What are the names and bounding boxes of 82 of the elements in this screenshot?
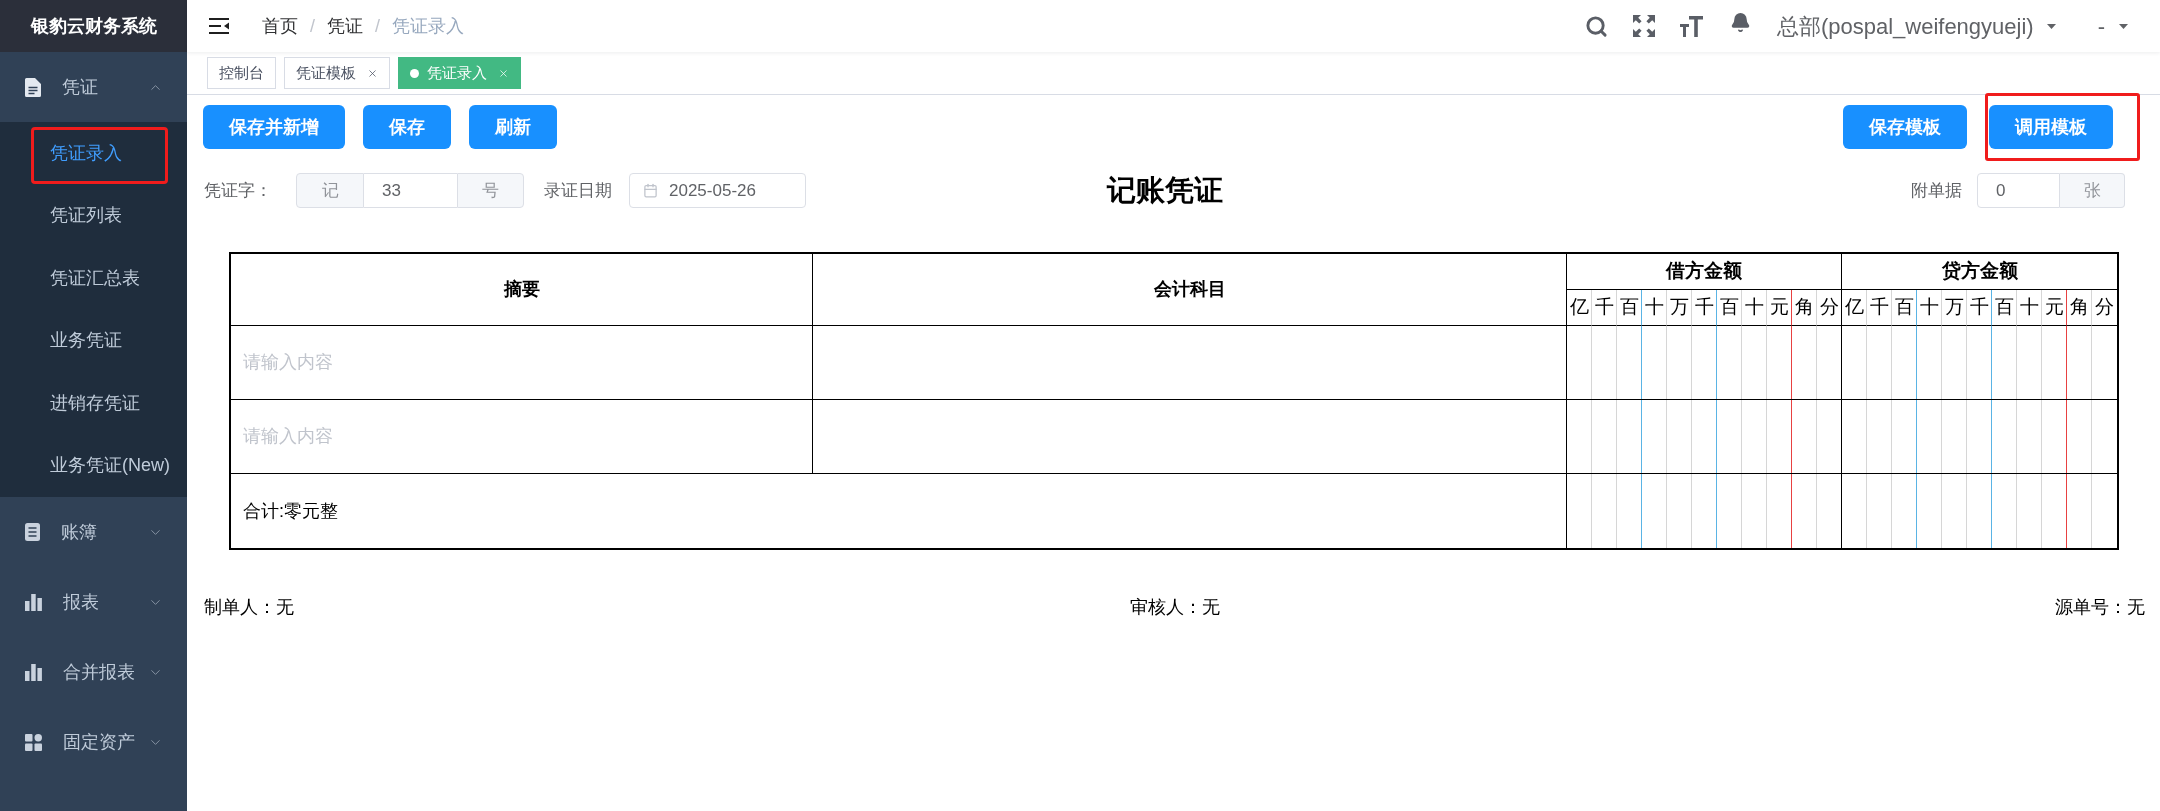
place-value-header: 十: [1742, 290, 1767, 326]
place-value-header: 千: [1592, 290, 1617, 326]
amount-group-header: 借方金额: [1567, 254, 1842, 290]
caret-down-icon: [2046, 23, 2056, 29]
toolbar-button[interactable]: 保存: [363, 105, 451, 149]
place-value-header: 十: [2017, 290, 2042, 326]
toolbar-button[interactable]: 保存模板: [1843, 105, 1967, 149]
signature-text: 制单人：无: [204, 596, 294, 619]
place-value-header: 百: [1992, 290, 2017, 326]
close-icon[interactable]: [367, 67, 378, 79]
breadcrumb-separator: /: [310, 14, 315, 38]
place-value-header: 分: [2092, 290, 2117, 326]
toolbar-button[interactable]: 刷新: [469, 105, 557, 149]
account-field[interactable]: [813, 326, 1567, 400]
submenu-item[interactable]: 进销存凭证: [0, 372, 187, 435]
toolbar-button[interactable]: 调用模板: [1989, 105, 2113, 149]
grid-icon: [25, 733, 42, 751]
submenu-item[interactable]: 业务凭证(New): [0, 434, 187, 497]
fullscreen-icon[interactable]: [1632, 15, 1655, 37]
document-icon: [25, 77, 41, 97]
place-value-header: 千: [1867, 290, 1892, 326]
user-dropdown[interactable]: -: [2097, 9, 2128, 43]
column-header: 摘要: [231, 254, 813, 326]
place-value-header: 万: [1667, 290, 1692, 326]
book-icon: [25, 523, 40, 541]
number-suffix-addon: 号: [457, 173, 524, 209]
amount-field[interactable]: [1842, 326, 2117, 400]
amount-field[interactable]: [1567, 400, 1842, 474]
place-value-header: 万: [1942, 290, 1967, 326]
summary-field[interactable]: 请输入内容: [231, 400, 812, 473]
total-cell: 合计:零元整: [231, 474, 1567, 548]
place-value-header: 千: [1967, 290, 1992, 326]
tab[interactable]: 控制台: [207, 57, 276, 89]
place-value-header: 千: [1692, 290, 1717, 326]
bell-icon[interactable]: [1729, 11, 1751, 33]
place-value-header: 十: [1917, 290, 1942, 326]
place-value-header: 亿: [1842, 290, 1867, 326]
place-value-header: 百: [1717, 290, 1742, 326]
date-picker-field[interactable]: 2025-05-26: [629, 173, 806, 209]
account-dropdown[interactable]: 总部(pospal_weifengyueji): [1776, 9, 2056, 43]
submenu-item[interactable]: 业务凭证: [0, 309, 187, 372]
voucher-number-input[interactable]: 33: [364, 173, 457, 209]
summary-field[interactable]: 请输入内容: [231, 326, 812, 399]
breadcrumb-link[interactable]: 首页: [262, 12, 298, 40]
breadcrumb-link[interactable]: 凭证: [327, 12, 363, 40]
menu-fold-icon[interactable]: [209, 18, 229, 34]
column-header: 会计科目: [813, 254, 1567, 326]
search-icon[interactable]: [1584, 14, 1608, 38]
field-label: 附单据: [1911, 180, 1962, 202]
submenu-item[interactable]: 凭证汇总表: [0, 247, 187, 310]
tab[interactable]: 凭证模板: [284, 57, 390, 89]
place-value-header: 元: [1767, 290, 1792, 326]
place-value-header: 分: [1817, 290, 1842, 326]
app-title: 银豹云财务系统: [30, 14, 157, 38]
field-label: 凭证字：: [204, 180, 272, 202]
calendar-icon: [643, 183, 658, 199]
signature-text: 源单号：无: [2055, 596, 2145, 619]
toolbar-button[interactable]: 保存并新增: [203, 105, 345, 149]
place-value-header: 角: [2067, 290, 2092, 326]
submenu-item[interactable]: 凭证录入: [0, 122, 187, 185]
place-value-header: 元: [2042, 290, 2067, 326]
signature-text: 审核人：无: [1129, 596, 1220, 619]
unit-addon: 张: [2060, 173, 2125, 209]
field-label: 录证日期: [544, 180, 612, 202]
breadcrumb-current: 凭证录入: [392, 14, 465, 38]
place-value-header: 十: [1642, 290, 1667, 326]
amount-field[interactable]: [1567, 326, 1842, 400]
text-size-icon[interactable]: [1679, 15, 1703, 37]
amount-group-header: 贷方金额: [1842, 254, 2117, 290]
submenu-item[interactable]: 凭证列表: [0, 184, 187, 247]
place-value-header: 百: [1892, 290, 1917, 326]
bar-chart-icon: [25, 593, 42, 611]
voucher-title: 记账凭证: [1106, 173, 1223, 208]
place-value-header: 亿: [1567, 290, 1592, 326]
breadcrumb-separator: /: [375, 14, 381, 38]
place-value-header: 角: [1792, 290, 1817, 326]
bar-chart-icon: [25, 663, 42, 681]
place-value-header: 百: [1617, 290, 1642, 326]
amount-field[interactable]: [1842, 400, 2117, 474]
account-field[interactable]: [813, 400, 1567, 474]
caret-down-icon: [2119, 23, 2128, 29]
attachments-input[interactable]: 0: [1977, 173, 2060, 209]
